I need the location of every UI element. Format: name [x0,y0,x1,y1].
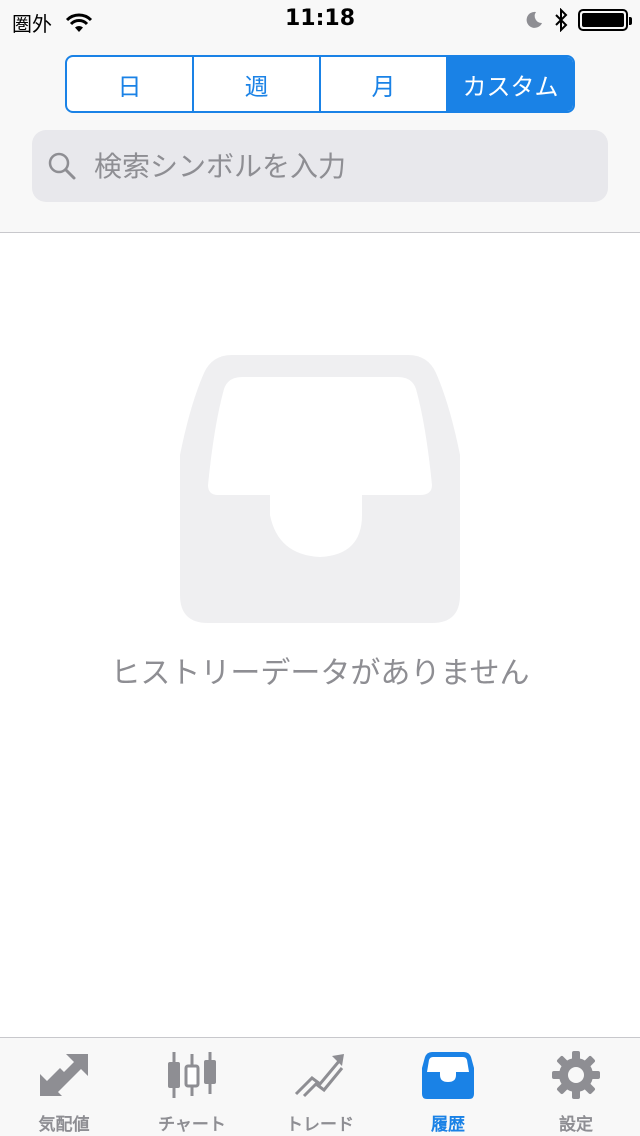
tab-trade[interactable]: トレード [256,1038,384,1136]
search-input[interactable] [92,148,608,184]
tab-chart[interactable]: チャート [128,1038,256,1136]
history-tray-icon [422,1052,474,1099]
bluetooth-icon [555,8,568,32]
tab-quotes-label: 気配値 [38,1115,90,1135]
search-bar[interactable] [32,130,608,202]
tab-chart-label: チャート [158,1115,226,1135]
segment-custom[interactable]: カスタム [446,57,573,111]
status-right [524,8,632,32]
battery-icon [578,9,632,31]
tab-bar: 気配値 チャート トレード 履歴 設定 [0,1037,640,1136]
settings-gear-icon [552,1051,600,1099]
segment-day[interactable]: 日 [67,57,192,111]
filter-header: 日 週 月 カスタム [0,40,640,233]
search-icon [48,152,76,180]
segment-month[interactable]: 月 [319,57,446,111]
segment-week[interactable]: 週 [192,57,319,111]
tab-trade-label: トレード [286,1115,354,1135]
empty-message: ヒストリーデータがありません [110,656,530,691]
status-bar: 圏外 11:18 [0,0,640,40]
quotes-arrows-icon [40,1054,88,1096]
period-segmented-control: 日 週 月 カスタム [65,55,575,113]
empty-tray-icon [180,355,460,623]
tab-quotes[interactable]: 気配値 [0,1038,128,1136]
tab-history[interactable]: 履歴 [384,1038,512,1136]
candlestick-chart-icon [168,1052,216,1098]
tab-history-label: 履歴 [431,1115,465,1135]
trade-trend-icon [294,1054,344,1098]
tab-settings-label: 設定 [559,1115,593,1135]
moon-icon [526,11,542,28]
tab-settings[interactable]: 設定 [512,1038,640,1136]
